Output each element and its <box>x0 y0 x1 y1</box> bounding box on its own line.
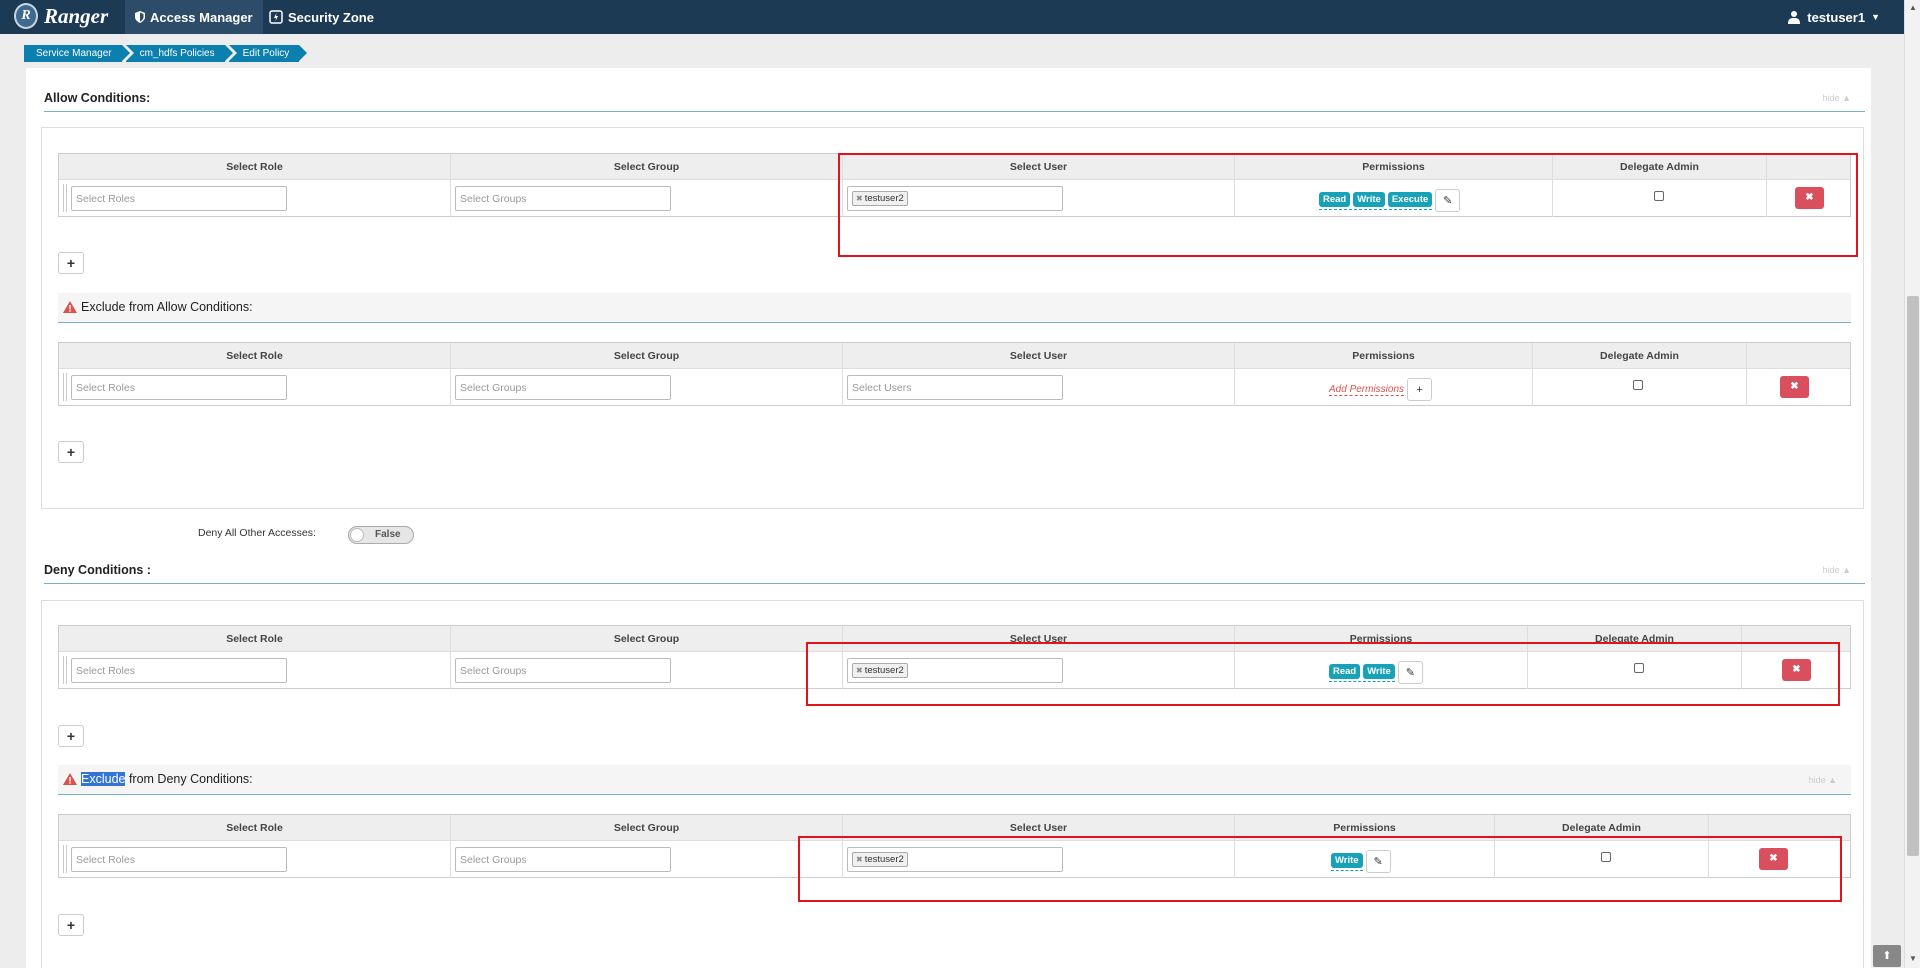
select-groups-input[interactable]: Select Groups <box>455 658 671 683</box>
breadcrumb-service-manager[interactable]: Service Manager <box>24 45 130 62</box>
allow-hide-link[interactable]: hide ▲ <box>1823 93 1851 103</box>
exclude-selected-text: Exclude <box>81 772 126 786</box>
deny-conditions-title: Deny Conditions : <box>44 563 151 577</box>
exclude-deny-header: Exclude from Deny Conditions: hide ▲ <box>58 765 1851 795</box>
add-allow-row-button[interactable]: + <box>58 252 84 274</box>
table-row: Select Roles <box>59 841 451 878</box>
remove-row-button[interactable]: ✖ <box>1780 376 1809 398</box>
col-delegate-admin: Delegate Admin <box>1533 343 1747 369</box>
breadcrumb: Service Manager cm_hdfs Policies Edit Po… <box>24 45 307 62</box>
select-roles-input[interactable]: Select Roles <box>71 847 287 872</box>
drag-handle[interactable] <box>63 373 67 401</box>
scroll-up-icon[interactable]: ▲ <box>1909 3 1917 12</box>
plus-icon: + <box>66 728 76 744</box>
caret-down-icon: ▼ <box>1871 12 1880 22</box>
scroll-down-icon[interactable]: ▼ <box>1909 954 1917 963</box>
plus-icon: + <box>66 917 76 933</box>
deny-hide-label: hide <box>1822 565 1840 575</box>
col-select-group: Select Group <box>451 154 843 180</box>
breadcrumb-policies[interactable]: cm_hdfs Policies <box>125 45 233 62</box>
col-select-group: Select Group <box>451 815 843 841</box>
allow-conditions-header: Allow Conditions: hide ▲ <box>44 68 1865 112</box>
arrow-up-icon: ⬆ <box>1882 950 1892 962</box>
table-row: Select Roles <box>59 369 451 406</box>
add-deny-row-button[interactable]: + <box>58 725 84 747</box>
exclude-allow-table: Select Role Select Group Select User Per… <box>58 342 1851 406</box>
select-users-input[interactable]: Select Users <box>847 375 1063 400</box>
col-select-role: Select Role <box>59 815 451 841</box>
exclude-deny-hide-label: hide <box>1808 775 1826 785</box>
col-select-role: Select Role <box>59 343 451 369</box>
plus-icon: + <box>1416 383 1423 396</box>
add-permissions-button[interactable]: + <box>1407 378 1433 401</box>
select-roles-input[interactable]: Select Roles <box>71 658 287 683</box>
table-row: Select Roles <box>59 652 451 689</box>
col-select-group: Select Group <box>451 626 843 652</box>
back-to-top-button[interactable]: ⬆ <box>1873 945 1901 967</box>
user-menu[interactable]: testuser1 ▼ <box>1787 0 1880 34</box>
select-groups-input[interactable]: Select Groups <box>455 186 671 211</box>
exclude-deny-title: from Deny Conditions: <box>125 772 253 786</box>
add-permissions-link[interactable]: Add Permissions <box>1329 384 1405 396</box>
plus-icon: + <box>66 255 76 271</box>
warning-icon <box>63 773 77 785</box>
top-navbar: R Ranger Access Manager Security Zone te… <box>0 0 1920 34</box>
deny-conditions-header: Deny Conditions : hide ▲ <box>44 540 1865 584</box>
col-permissions: Permissions <box>1235 343 1533 369</box>
highlight-box <box>806 642 1840 706</box>
col-select-group: Select Group <box>451 343 843 369</box>
exclude-deny-hide-link[interactable]: hide ▲ <box>1809 775 1837 785</box>
scroll-thumb[interactable] <box>1907 296 1919 856</box>
vertical-scrollbar[interactable]: ▲ ▼ <box>1904 0 1920 968</box>
nav-security-zone[interactable]: Security Zone <box>259 0 384 34</box>
nav-access-manager-label: Access Manager <box>150 9 253 25</box>
drag-handle[interactable] <box>63 656 67 684</box>
allow-conditions-title: Allow Conditions: <box>44 91 151 105</box>
deny-all-label: Deny All Other Accesses: <box>198 527 316 539</box>
breadcrumb-edit-policy[interactable]: Edit Policy <box>228 45 307 62</box>
select-groups-input[interactable]: Select Groups <box>455 375 671 400</box>
delegate-admin-checkbox[interactable] <box>1633 380 1643 390</box>
close-icon: ✖ <box>1790 381 1799 392</box>
allow-hide-label: hide <box>1822 93 1840 103</box>
exclude-allow-header: Exclude from Allow Conditions: <box>58 293 1851 323</box>
select-groups-input[interactable]: Select Groups <box>455 847 671 872</box>
nav-access-manager[interactable]: Access Manager <box>125 0 263 34</box>
ranger-brand[interactable]: R Ranger <box>14 3 108 29</box>
select-roles-input[interactable]: Select Roles <box>71 186 287 211</box>
drag-handle[interactable] <box>63 184 67 212</box>
drag-handle[interactable] <box>63 845 67 873</box>
deny-hide-link[interactable]: hide ▲ <box>1823 565 1851 575</box>
deny-all-value: False <box>375 529 401 540</box>
col-select-role: Select Role <box>59 626 451 652</box>
zone-icon <box>269 10 283 24</box>
table-row: Select Roles <box>59 180 451 217</box>
ranger-logo: R <box>14 3 38 29</box>
add-exclude-allow-row-button[interactable]: + <box>58 441 84 463</box>
select-roles-input[interactable]: Select Roles <box>71 375 287 400</box>
highlight-box <box>798 836 1842 902</box>
highlight-box <box>838 153 1858 257</box>
warning-icon <box>63 301 77 313</box>
col-select-role: Select Role <box>59 154 451 180</box>
brand-name: Ranger <box>44 3 109 28</box>
username: testuser1 <box>1807 9 1866 25</box>
user-icon <box>1788 11 1801 24</box>
shield-icon <box>135 11 145 23</box>
col-select-user: Select User <box>843 343 1235 369</box>
plus-icon: + <box>66 444 76 460</box>
exclude-allow-title: Exclude from Allow Conditions: <box>81 300 253 314</box>
nav-security-zone-label: Security Zone <box>288 9 374 25</box>
add-exclude-deny-row-button[interactable]: + <box>58 914 84 936</box>
